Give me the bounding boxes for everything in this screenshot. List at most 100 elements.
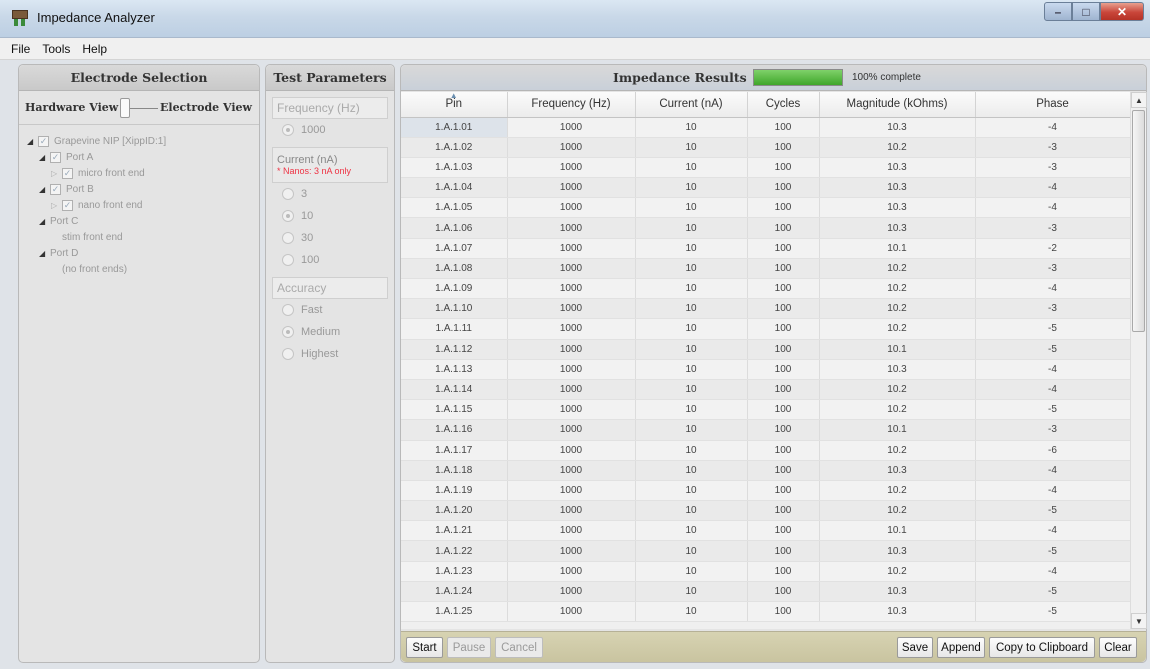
current-group: Current (nA) * Nanos: 3 nA only 3 10 30 100 xyxy=(272,147,388,271)
copy-to-clipboard-button[interactable]: Copy to Clipboard xyxy=(989,637,1095,658)
collapsed-arrow-icon[interactable]: ▷ xyxy=(51,201,62,210)
tree-node[interactable]: stim front end xyxy=(27,229,259,245)
table-row[interactable]: 1.A.1.13 1000 10 100 10.3 -4 xyxy=(401,359,1130,380)
table-cell: 100 xyxy=(747,601,820,623)
expanded-arrow-icon[interactable]: ◢ xyxy=(39,249,50,258)
menu-file[interactable]: File xyxy=(5,42,36,56)
table-row[interactable]: 1.A.1.19 1000 10 100 10.2 -4 xyxy=(401,480,1130,502)
electrode-view-label: Electrode View xyxy=(160,101,252,114)
table-row[interactable]: 1.A.1.11 1000 10 100 10.2 -5 xyxy=(401,318,1130,340)
expanded-arrow-icon[interactable]: ◢ xyxy=(27,137,38,146)
table-cell: 1.A.1.17 xyxy=(401,440,508,461)
tree-node[interactable]: ◢ Port D xyxy=(27,245,259,261)
current-option[interactable]: 100 xyxy=(272,249,388,271)
table-row[interactable]: 1.A.1.23 1000 10 100 10.2 -4 xyxy=(401,561,1130,582)
table-row[interactable]: 1.A.1.18 1000 10 100 10.3 -4 xyxy=(401,460,1130,481)
table-row[interactable]: 1.A.1.08 1000 10 100 10.2 -3 xyxy=(401,258,1130,280)
table-row[interactable]: 1.A.1.01 1000 10 100 10.3 -4 xyxy=(401,117,1130,138)
current-option[interactable]: 30 xyxy=(272,227,388,249)
column-header[interactable]: ▲ Pin xyxy=(401,92,508,118)
accuracy-option[interactable]: Highest xyxy=(272,343,388,365)
table-cell: -5 xyxy=(975,318,1130,340)
table-cell: 10.1 xyxy=(819,419,976,441)
table-cell: 1000 xyxy=(507,540,636,562)
column-header[interactable]: Phase xyxy=(975,92,1130,118)
accuracy-option[interactable]: Medium xyxy=(272,321,388,343)
table-cell: -5 xyxy=(975,339,1130,360)
table-row[interactable]: 1.A.1.10 1000 10 100 10.2 -3 xyxy=(401,298,1130,320)
table-row[interactable]: 1.A.1.22 1000 10 100 10.3 -5 xyxy=(401,540,1130,562)
cancel-button[interactable]: Cancel xyxy=(495,637,543,658)
expanded-arrow-icon[interactable]: ◢ xyxy=(39,153,50,162)
checkbox-icon[interactable]: ✓ xyxy=(50,151,61,163)
table-row[interactable]: 1.A.1.07 1000 10 100 10.1 -2 xyxy=(401,238,1130,259)
checkbox-icon[interactable]: ✓ xyxy=(62,167,73,179)
start-button[interactable]: Start xyxy=(406,637,443,658)
table-cell: 100 xyxy=(747,197,820,219)
column-header-label: Current (nA) xyxy=(659,98,723,111)
table-row[interactable]: 1.A.1.09 1000 10 100 10.2 -4 xyxy=(401,278,1130,300)
table-row[interactable]: 1.A.1.06 1000 10 100 10.3 -3 xyxy=(401,217,1130,239)
current-option[interactable]: 3 xyxy=(272,183,388,205)
table-row[interactable]: 1.A.1.25 1000 10 100 10.3 -5 xyxy=(401,601,1130,623)
checkbox-icon[interactable]: ✓ xyxy=(62,199,73,211)
pause-button[interactable]: Pause xyxy=(447,637,491,658)
table-row[interactable]: 1.A.1.02 1000 10 100 10.2 -3 xyxy=(401,137,1130,158)
current-option[interactable]: 10 xyxy=(272,205,388,227)
expanded-arrow-icon[interactable]: ◢ xyxy=(39,185,50,194)
table-row[interactable]: 1.A.1.12 1000 10 100 10.1 -5 xyxy=(401,339,1130,360)
table-row[interactable]: 1.A.1.16 1000 10 100 10.1 -3 xyxy=(401,419,1130,441)
table-row[interactable]: 1.A.1.24 1000 10 100 10.3 -5 xyxy=(401,581,1130,603)
maximize-button[interactable]: □ xyxy=(1072,2,1100,21)
tree-node[interactable]: ◢ ✓ Grapevine NIP [XippID:1] xyxy=(27,133,259,149)
table-row[interactable]: 1.A.1.03 1000 10 100 10.3 -3 xyxy=(401,157,1130,179)
tree-node[interactable]: ◢ Port C xyxy=(27,213,259,229)
checkbox-icon[interactable]: ✓ xyxy=(50,183,61,195)
table-row[interactable]: 1.A.1.15 1000 10 100 10.2 -5 xyxy=(401,399,1130,421)
scroll-thumb[interactable] xyxy=(1132,110,1145,332)
table-cell: 1.A.1.21 xyxy=(401,520,508,542)
view-toggle-row: Hardware View Electrode View xyxy=(19,91,259,125)
scroll-up-icon[interactable]: ▲ xyxy=(1131,92,1147,108)
append-button[interactable]: Append xyxy=(937,637,985,658)
sort-ascending-icon: ▲ xyxy=(449,92,458,100)
table-cell: -4 xyxy=(975,278,1130,300)
column-header[interactable]: Frequency (Hz) xyxy=(507,92,636,118)
clear-button[interactable]: Clear xyxy=(1099,637,1137,658)
close-button[interactable]: ✕ xyxy=(1100,2,1144,21)
table-cell: 1000 xyxy=(507,298,636,320)
table-row[interactable]: 1.A.1.21 1000 10 100 10.1 -4 xyxy=(401,520,1130,542)
table-row[interactable]: 1.A.1.04 1000 10 100 10.3 -4 xyxy=(401,177,1130,199)
table-cell: -4 xyxy=(975,359,1130,380)
checkbox-icon[interactable]: ✓ xyxy=(38,135,49,147)
table-cell: 1000 xyxy=(507,601,636,623)
expanded-arrow-icon[interactable]: ◢ xyxy=(39,217,50,226)
radio-icon xyxy=(282,348,294,360)
table-row[interactable]: 1.A.1.17 1000 10 100 10.2 -6 xyxy=(401,440,1130,461)
frequency-option[interactable]: 1000 xyxy=(272,119,388,141)
column-header[interactable]: Magnitude (kOhms) xyxy=(819,92,976,118)
view-toggle-switch[interactable] xyxy=(120,97,159,119)
menu-tools[interactable]: Tools xyxy=(36,42,76,56)
column-header[interactable]: Current (nA) xyxy=(635,92,748,118)
tree-node[interactable]: ▷ ✓ micro front end xyxy=(27,165,259,181)
menu-help[interactable]: Help xyxy=(76,42,113,56)
table-cell: 1000 xyxy=(507,157,636,179)
tree-node[interactable]: ◢ ✓ Port B xyxy=(27,181,259,197)
table-cell: 1000 xyxy=(507,379,636,401)
tree-node[interactable]: ▷ ✓ nano front end xyxy=(27,197,259,213)
collapsed-arrow-icon[interactable]: ▷ xyxy=(51,169,62,178)
table-row[interactable]: 1.A.1.14 1000 10 100 10.2 -4 xyxy=(401,379,1130,401)
vertical-scrollbar[interactable]: ▲ ▼ xyxy=(1130,92,1147,629)
tree-node[interactable]: ◢ ✓ Port A xyxy=(27,149,259,165)
column-header[interactable]: Cycles xyxy=(747,92,820,118)
table-row[interactable]: 1.A.1.20 1000 10 100 10.2 -5 xyxy=(401,500,1130,522)
scroll-down-icon[interactable]: ▼ xyxy=(1131,613,1147,629)
table-row[interactable]: 1.A.1.05 1000 10 100 10.3 -4 xyxy=(401,197,1130,219)
accuracy-option[interactable]: Fast xyxy=(272,299,388,321)
minimize-button[interactable]: – xyxy=(1044,2,1072,21)
save-button[interactable]: Save xyxy=(897,637,933,658)
tree-node[interactable]: (no front ends) xyxy=(27,261,259,277)
table-cell: 1000 xyxy=(507,278,636,300)
app-icon xyxy=(12,10,28,26)
